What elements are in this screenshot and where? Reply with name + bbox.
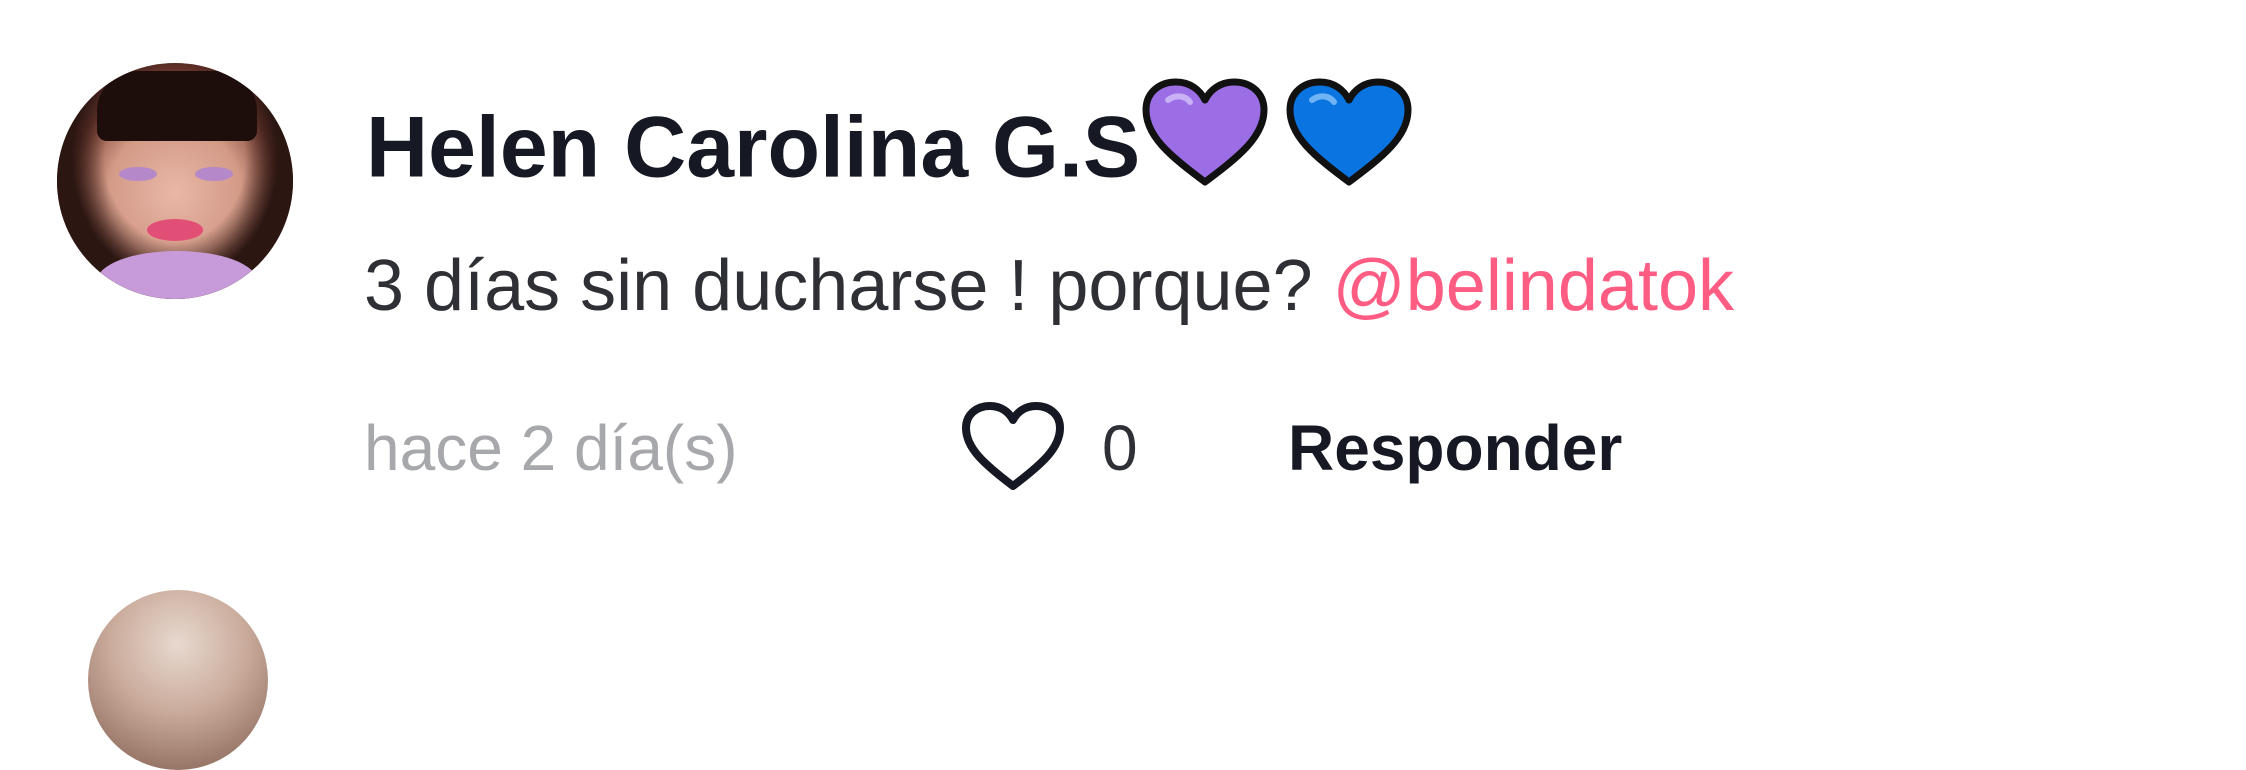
username-text: Helen Carolina G.S [366, 99, 1141, 196]
user-avatar[interactable] [57, 63, 293, 299]
comment-actions: hace 2 día(s) 0 Responder [364, 398, 1764, 498]
next-comment-avatar[interactable] [88, 590, 268, 770]
comment-body: 3 días sin ducharse ! porque? [364, 246, 1313, 326]
heart-outline-icon[interactable] [960, 402, 1066, 494]
comment-timestamp: hace 2 día(s) [364, 412, 738, 484]
comment-username[interactable]: Helen Carolina G.S [366, 78, 1414, 216]
reply-button[interactable]: Responder [1288, 398, 1622, 498]
comment-text: 3 días sin ducharse ! porque? @belindato… [364, 236, 1734, 336]
like-button[interactable]: 0 [960, 398, 1138, 498]
blue-heart-icon [1284, 78, 1414, 216]
purple-heart-icon [1140, 78, 1270, 216]
comment-item: Helen Carolina G.S 3 días sin ducharse !… [0, 0, 2246, 770]
like-count: 0 [1102, 412, 1138, 484]
mention-link[interactable]: @belindatok [1333, 246, 1734, 326]
